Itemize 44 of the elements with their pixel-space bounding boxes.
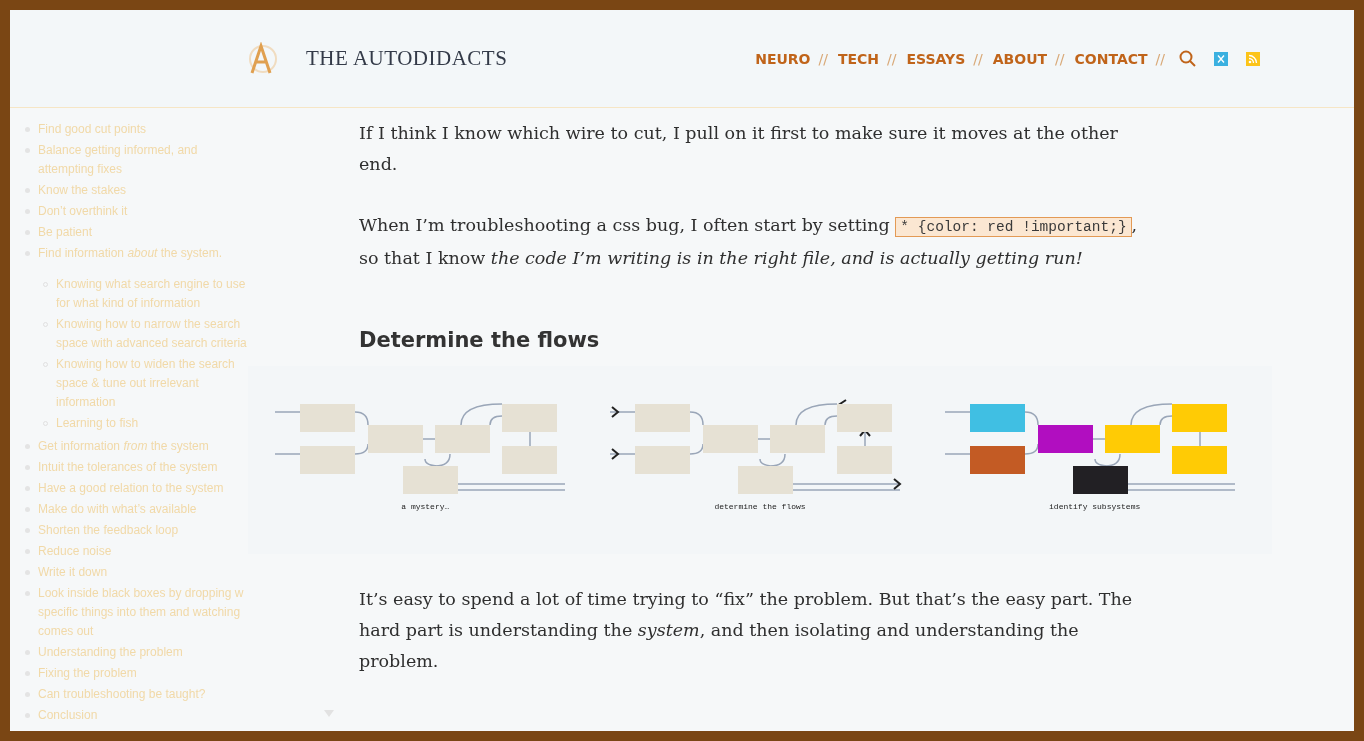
nav-separator: // bbox=[887, 50, 897, 67]
paragraph: If I think I know which wire to cut, I pull on it first to make sure it moves at the other end. bbox=[359, 122, 1119, 176]
toc-link[interactable]: Knowing how to narrow the search space with advanced search criteria bbox=[56, 315, 248, 353]
site-title[interactable]: THE AUTODIDACTS bbox=[306, 46, 508, 71]
toc-link[interactable]: Balance getting informed, and attempting fixes bbox=[38, 141, 248, 179]
nav-separator: // bbox=[973, 50, 983, 67]
toc-link[interactable]: Find information about the system. bbox=[38, 244, 223, 263]
toc-link[interactable]: Can troubleshooting be taught? bbox=[38, 685, 206, 704]
nav-separator: // bbox=[818, 50, 828, 67]
paragraph: It’s easy to spend a lot of time trying to “fix” the problem. But that’s the easy part. The hard part is understanding the system, and then isolating and understanding the problem. bbox=[359, 588, 1134, 673]
figure-caption: determine the flows bbox=[714, 502, 806, 511]
x-logo-icon[interactable] bbox=[1214, 51, 1228, 66]
logo-icon[interactable] bbox=[246, 41, 280, 76]
nav-link[interactable]: ESSAYS bbox=[906, 50, 966, 67]
toc-link[interactable]: Intuit the tolerances of the system bbox=[38, 458, 218, 477]
toc-link[interactable]: Fixing the problem bbox=[38, 664, 137, 683]
nav-link[interactable]: NEURO bbox=[755, 50, 811, 67]
toc-link[interactable]: Learning to fish bbox=[56, 414, 139, 433]
toc-link[interactable]: Knowing what search engine to use for what kind of information bbox=[56, 275, 248, 313]
nav-link[interactable]: ABOUT bbox=[992, 50, 1048, 67]
toc-link[interactable]: Make do with what’s available bbox=[38, 500, 197, 519]
toc-link[interactable]: Have a good relation to the system bbox=[38, 479, 224, 498]
rss-icon[interactable] bbox=[1246, 51, 1260, 66]
nav-separator: // bbox=[1055, 50, 1065, 67]
nav-link[interactable]: CONTACT bbox=[1074, 50, 1148, 67]
search-icon[interactable] bbox=[1179, 50, 1196, 67]
toc-link[interactable]: Find good cut points bbox=[38, 120, 147, 139]
toc-link[interactable]: Know the stakes bbox=[38, 181, 127, 200]
figure-caption: identify subsystems bbox=[1049, 502, 1141, 511]
toc-link[interactable]: Understanding the problem bbox=[38, 643, 183, 662]
toc-link[interactable]: Reduce noise bbox=[38, 542, 112, 561]
toc-link[interactable]: Look inside black boxes by dropping w specific things into them and watching comes out bbox=[38, 584, 248, 641]
toc-link[interactable]: Knowing how to widen the search space & tune out irrelevant information bbox=[56, 355, 248, 412]
paragraph: When I’m troubleshooting a css bug, I often start by setting * {color: red !important;} , so that I know the code I’m writing is in the right file, and is actually getting run! bbox=[359, 214, 1139, 270]
figure-caption: a mystery… bbox=[401, 502, 450, 511]
toc-link[interactable]: Be patient bbox=[38, 223, 93, 242]
toc-link[interactable]: Get information from the system bbox=[38, 437, 209, 456]
toc-link[interactable]: Write it down bbox=[38, 563, 108, 582]
toc-link[interactable]: Shorten the feedback loop bbox=[38, 521, 179, 540]
nav-separator: // bbox=[1155, 50, 1165, 67]
toc-link[interactable]: Conclusion bbox=[38, 706, 98, 725]
section-heading: Determine the flows bbox=[359, 328, 601, 352]
toc-link[interactable]: Don’t overthink it bbox=[38, 202, 128, 221]
nav-link[interactable]: TECH bbox=[837, 50, 880, 67]
